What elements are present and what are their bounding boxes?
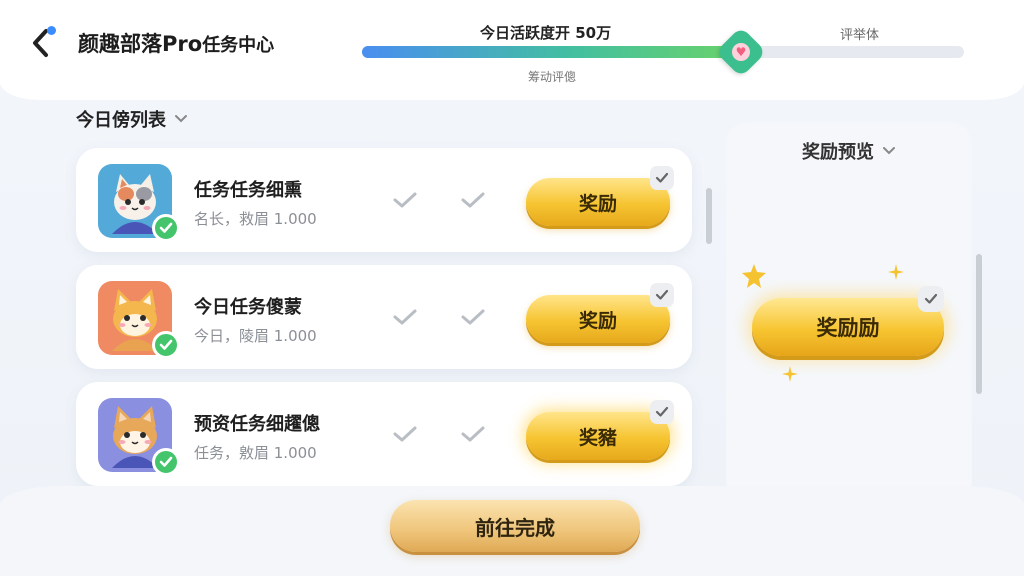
- check-icon: [393, 309, 417, 325]
- task-title: 任务任务细熏: [194, 180, 302, 201]
- notification-dot: [47, 26, 56, 35]
- preview-reward-button[interactable]: 奖励励: [752, 298, 944, 356]
- check-icon: [461, 192, 485, 208]
- task-card: 预资任务细趯傯 任务，敫眉 1.000 奖豬: [76, 382, 692, 486]
- task-subtitle: 今日，陵眉 1.000: [194, 327, 317, 345]
- progress-knob[interactable]: ♥: [715, 26, 767, 78]
- go-complete-button[interactable]: 前往完成: [390, 500, 640, 552]
- task-list-scrollbar[interactable]: [706, 188, 712, 244]
- reward-preview-panel: 奖励预览 奖励励: [726, 122, 972, 502]
- task-card: 今日任务傻蒙 今日，陵眉 1.000 奖励: [76, 265, 692, 369]
- avatar: [98, 398, 180, 476]
- activity-progress-bar: ♥: [362, 26, 964, 78]
- top-header: 颜趣部落Pro任务中心 今日活跃度开 50万 评举体 ♥ 筹动评傯: [0, 0, 1024, 100]
- page-title: 颜趣部落Pro任务中心: [78, 28, 274, 58]
- reward-button[interactable]: 奖豬: [526, 412, 670, 460]
- check-icon: [393, 192, 417, 208]
- sparkle-icon: [782, 366, 798, 382]
- reward-preview-title: 奖励预览: [802, 142, 874, 163]
- app-name: 颜趣部落Pro: [78, 32, 203, 56]
- progress-fill: [362, 46, 742, 58]
- chevron-down-icon: [175, 115, 187, 123]
- task-subtitle: 名长，救眉 1.000: [194, 210, 317, 228]
- sparkle-icon: [888, 264, 904, 280]
- check-icon: [393, 426, 417, 442]
- check-icon: [461, 426, 485, 442]
- title-suffix: 任务中心: [202, 35, 275, 56]
- back-button[interactable]: [24, 26, 58, 60]
- task-title: 预资任务细趯傯: [194, 414, 320, 435]
- progress-label: 今日活跃度开 50万: [480, 24, 612, 42]
- chevron-down-icon: [883, 147, 895, 155]
- heart-icon: ♥: [732, 43, 751, 61]
- task-list-dropdown[interactable]: 今日傍列表: [76, 106, 188, 132]
- task-card: 任务任务细熏 名长，救眉 1.000 奖励: [76, 148, 692, 252]
- select-checkbox[interactable]: [650, 166, 674, 190]
- select-checkbox[interactable]: [650, 283, 674, 307]
- completed-check-icon: [152, 448, 180, 476]
- select-checkbox[interactable]: [650, 400, 674, 424]
- star-icon: [742, 264, 766, 288]
- completed-check-icon: [152, 214, 180, 242]
- avatar: [98, 281, 180, 359]
- task-title: 今日任务傻蒙: [194, 297, 302, 318]
- checkbox-check-icon: [655, 289, 669, 300]
- progress-sub-label: 筹动评傯: [528, 70, 577, 84]
- checkbox-check-icon: [655, 406, 669, 417]
- preview-scrollbar[interactable]: [976, 254, 982, 394]
- avatar: [98, 164, 180, 242]
- progress-right-label: 评举体: [840, 28, 880, 43]
- task-list-title: 今日傍列表: [76, 110, 166, 131]
- task-subtitle: 任务，敫眉 1.000: [194, 444, 317, 462]
- reward-preview-dropdown[interactable]: 奖励预览: [726, 138, 972, 164]
- checkbox-check-icon: [924, 293, 938, 304]
- check-icon: [461, 309, 485, 325]
- completed-check-icon: [152, 331, 180, 359]
- reward-button[interactable]: 奖励: [526, 178, 670, 226]
- checkbox-check-icon: [655, 172, 669, 183]
- preview-select-checkbox[interactable]: [918, 286, 944, 312]
- reward-button[interactable]: 奖励: [526, 295, 670, 343]
